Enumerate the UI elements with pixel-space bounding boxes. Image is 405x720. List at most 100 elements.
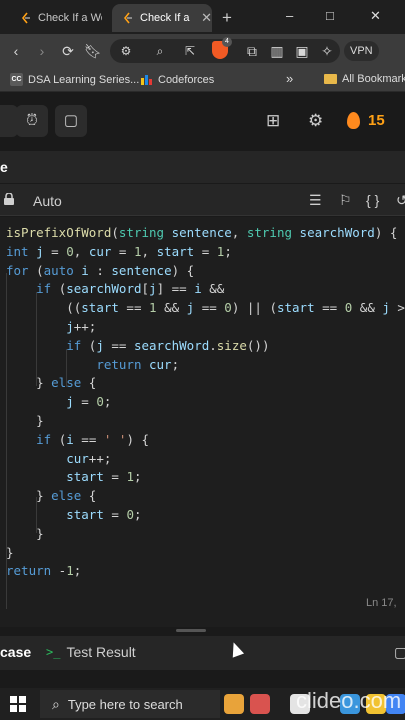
browser-tab-inactive[interactable]: Check If a Wor (0, 4, 108, 32)
code-line[interactable]: if (i == ' ') { (6, 430, 149, 449)
site-settings-icon[interactable]: ⚙︎ (116, 41, 136, 61)
bookmark-page-icon[interactable]: 🔖︎ (83, 41, 103, 61)
tab-title: Check If a (140, 12, 190, 24)
layout-grid-icon[interactable]: ⊞ (266, 111, 280, 131)
code-line[interactable]: start = 1; (6, 467, 141, 486)
new-tab-button[interactable]: + (222, 8, 232, 28)
expand-panel-icon[interactable]: ▢ (394, 644, 405, 661)
drag-handle[interactable] (176, 629, 206, 632)
code-line[interactable]: } (6, 411, 44, 430)
code-token: ) || ( (231, 300, 277, 316)
close-window-button[interactable]: ✕ (370, 8, 381, 24)
code-token: if (36, 281, 52, 297)
panel-splitter[interactable] (0, 627, 405, 635)
maximize-window-button[interactable]: □ (326, 8, 334, 23)
code-token: ( (28, 262, 44, 278)
code-token: && (156, 300, 187, 316)
code-line[interactable]: j = 0; (6, 392, 111, 411)
bookmark-dsa-learning[interactable]: CC DSA Learning Series... (10, 73, 139, 86)
extensions-icon[interactable]: ⧉ (242, 41, 262, 61)
timer-button[interactable]: ⏰︎ (16, 105, 48, 137)
tab-test-result[interactable]: >_ Test Result (46, 644, 136, 660)
code-line[interactable]: } (6, 524, 44, 543)
code-token: 1 (149, 300, 157, 316)
code-token: start (276, 300, 315, 316)
reload-icon[interactable]: ⟳ (58, 41, 78, 61)
code-line[interactable]: } else { (6, 486, 96, 505)
code-token: 0 (224, 300, 232, 316)
share-icon[interactable]: ⇱ (180, 41, 200, 61)
format-lines-icon[interactable]: ☰ (309, 192, 322, 209)
language-selector[interactable]: Auto (33, 193, 62, 209)
notes-button[interactable]: ▢ (55, 105, 87, 137)
vpn-button[interactable]: VPN (344, 41, 379, 61)
code-line[interactable]: if (j == searchWord.size()) (6, 336, 269, 355)
cursor-position: Ln 17, (366, 597, 397, 609)
code-line[interactable]: j++; (6, 317, 96, 336)
windows-start-icon[interactable] (10, 696, 26, 712)
back-arrow-icon[interactable]: ‹ (6, 41, 26, 61)
code-token: ) { (374, 225, 398, 240)
alarm-clock-app-icon[interactable] (224, 694, 244, 714)
gear-icon[interactable]: ⚙︎ (308, 111, 323, 131)
code-token: sentence (171, 225, 232, 240)
gift-app-icon[interactable] (250, 694, 270, 714)
streak-counter[interactable]: 15 (347, 112, 385, 129)
minimize-window-button[interactable]: – (286, 8, 293, 23)
code-line[interactable]: return -1; (6, 561, 81, 580)
forward-arrow-icon[interactable]: › (32, 41, 52, 61)
code-line[interactable]: } (6, 543, 14, 562)
code-token: , (141, 243, 157, 259)
code-token: 1 (126, 469, 134, 485)
code-token: 1 (133, 243, 142, 259)
code-token: > (389, 300, 405, 316)
code-token: ( (111, 225, 119, 240)
code-token: auto (43, 262, 74, 278)
code-token: string (246, 225, 293, 240)
code-token: cur (66, 450, 89, 466)
close-tab-icon[interactable]: ✕ (201, 10, 212, 26)
code-line[interactable]: int j = 0, cur = 1, start = 1; (6, 242, 232, 261)
code-token: if (36, 431, 52, 447)
bookmark-codeforces[interactable]: Codeforces (140, 73, 214, 86)
bookmark-all-bookmarks[interactable]: All Bookmarks (324, 73, 405, 85)
tab-title: Check If a Wor (38, 12, 102, 24)
more-bookmarks-chevron-icon[interactable]: » (286, 71, 293, 86)
code-token: } (6, 525, 44, 541)
wallet-icon[interactable]: ▣ (292, 41, 312, 61)
code-line[interactable]: return cur; (6, 355, 179, 374)
code-line[interactable]: } else { (6, 373, 96, 392)
braces-icon[interactable]: { } (366, 192, 379, 208)
code-token: [ (141, 281, 150, 297)
bookmark-icon[interactable]: ⚐ (339, 192, 352, 209)
tab-testcase[interactable]: case (0, 644, 31, 660)
zoom-icon[interactable]: ⌕ (150, 41, 170, 61)
taskbar-search-box[interactable]: ⌕ Type here to search (40, 690, 220, 718)
code-line[interactable]: start = 0; (6, 505, 141, 524)
code-token: j (36, 243, 44, 259)
code-line[interactable]: cur++; (6, 449, 111, 468)
code-token: 0 (66, 243, 74, 259)
page-scrollbar[interactable] (0, 672, 405, 686)
code-token: string (118, 225, 165, 240)
code-token: i (81, 262, 89, 278)
code-line[interactable]: isPrefixOfWord(string sentence, string s… (6, 223, 397, 242)
reset-icon[interactable]: ↺ (396, 192, 405, 209)
code-token: : (88, 262, 112, 278)
code-line[interactable]: if (searchWord[j] == i && (6, 279, 224, 298)
leo-ai-icon[interactable]: ✧ (317, 41, 337, 61)
code-token: j (66, 394, 74, 410)
sidebar-icon[interactable]: ▥ (267, 41, 287, 61)
streak-count: 15 (368, 112, 385, 129)
browser-tab-active[interactable]: Check If a ✕ (112, 4, 212, 32)
bookmark-label: Codeforces (158, 73, 215, 86)
code-editor[interactable]: isPrefixOfWord(string sentence, string s… (0, 217, 405, 627)
code-token: ' ' (103, 431, 127, 447)
code-line[interactable]: ((start == 1 && j == 0) || (start == 0 &… (6, 298, 405, 317)
code-line[interactable]: for (auto i : sentence) { (6, 261, 194, 280)
code-token: ; (103, 394, 112, 410)
